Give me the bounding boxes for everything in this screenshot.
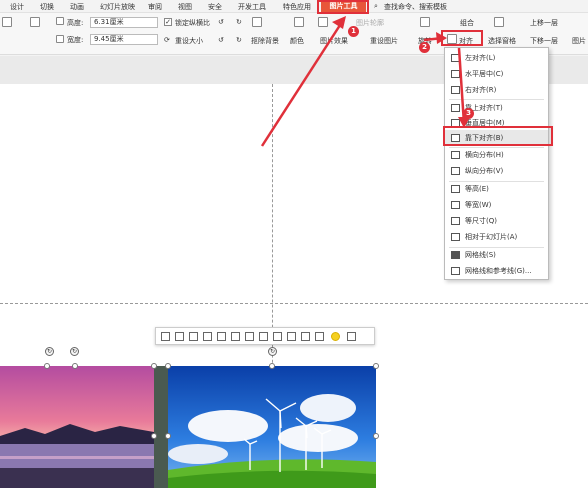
step-badge-2: 2	[419, 42, 430, 53]
step-badge-3: 3	[463, 108, 474, 119]
step-badge-1: 1	[348, 26, 359, 37]
annotation-arrows	[260, 16, 470, 147]
